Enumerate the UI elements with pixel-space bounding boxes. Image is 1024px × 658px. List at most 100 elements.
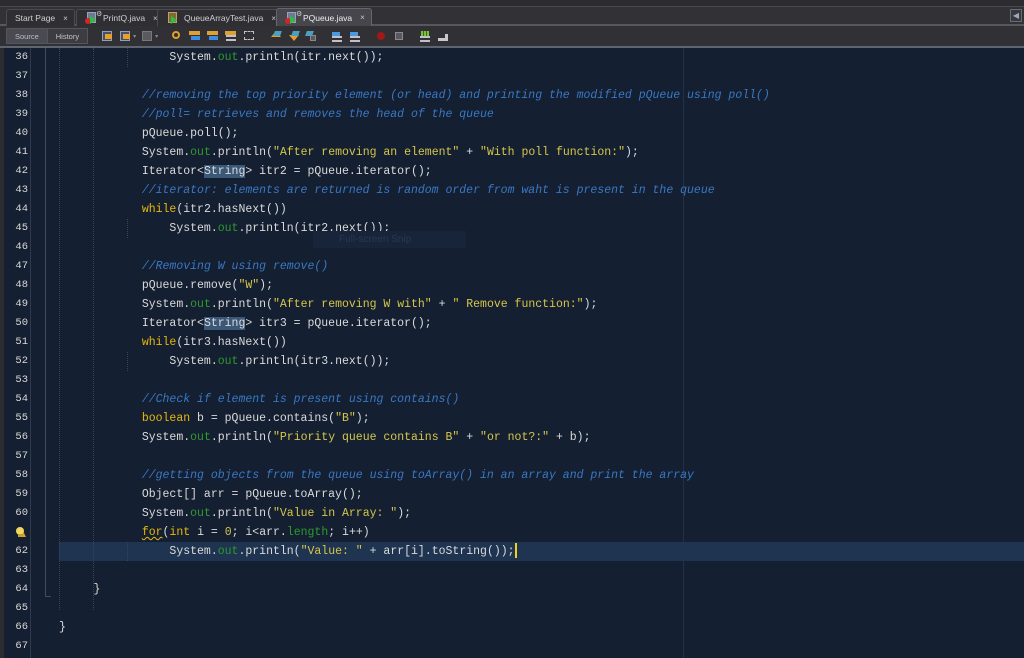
source-button[interactable]: Source xyxy=(7,29,48,43)
code-line[interactable]: for(int i = 0; i<arr.length; i++) xyxy=(0,523,1024,542)
code-line[interactable]: 66} xyxy=(0,618,1024,637)
line-number[interactable]: 40 xyxy=(4,124,28,143)
token-str: " Remove function:" xyxy=(452,298,584,311)
scroll-tabs-left-button[interactable]: ◀ xyxy=(1010,9,1022,22)
toggle-highlight-icon[interactable] xyxy=(224,29,238,43)
toggle-rect-select-icon[interactable] xyxy=(242,29,256,43)
line-number[interactable]: 49 xyxy=(4,295,28,314)
tab-printq-java[interactable]: ⚙ PrintQ.java × xyxy=(76,9,165,26)
code-line[interactable]: 46 xyxy=(0,238,1024,257)
line-number[interactable]: 52 xyxy=(4,352,28,371)
line-number[interactable]: 42 xyxy=(4,162,28,181)
token-kw: while xyxy=(141,203,177,216)
back-dropdown-icon[interactable]: ▾ xyxy=(133,33,136,40)
line-number[interactable]: 55 xyxy=(4,409,28,428)
forward-dropdown-icon[interactable]: ▾ xyxy=(155,33,158,40)
line-number[interactable]: 43 xyxy=(4,181,28,200)
start-macro-icon[interactable] xyxy=(374,29,388,43)
code-line[interactable]: 64 } xyxy=(0,580,1024,599)
token: b = pQueue.contains( xyxy=(190,412,336,425)
line-number[interactable]: 38 xyxy=(4,86,28,105)
toggle-bookmark-icon[interactable] xyxy=(304,29,318,43)
code-line[interactable]: 63 xyxy=(0,561,1024,580)
line-number[interactable]: 50 xyxy=(4,314,28,333)
code-line[interactable]: 52 System.out.println(itr3.next()); xyxy=(0,352,1024,371)
code-line[interactable]: 59 Object[] arr = pQueue.toArray(); xyxy=(0,485,1024,504)
code-line[interactable]: 58 //getting objects from the queue usin… xyxy=(0,466,1024,485)
find-next-icon[interactable] xyxy=(206,29,220,43)
shift-right-icon[interactable] xyxy=(348,29,362,43)
forward-icon[interactable] xyxy=(140,29,154,43)
line-number[interactable]: 41 xyxy=(4,143,28,162)
find-previous-icon[interactable] xyxy=(188,29,202,43)
token-out: out xyxy=(190,298,211,311)
line-number[interactable]: 51 xyxy=(4,333,28,352)
code-line[interactable]: 53 xyxy=(0,371,1024,390)
line-number[interactable]: 64 xyxy=(4,580,28,599)
code-line[interactable]: 39 //poll= retrieves and removes the hea… xyxy=(0,105,1024,124)
line-number[interactable]: 59 xyxy=(4,485,28,504)
line-number[interactable]: 37 xyxy=(4,67,28,86)
code-line[interactable]: 48 pQueue.remove("W"); xyxy=(0,276,1024,295)
line-number[interactable]: 45 xyxy=(4,219,28,238)
hint-lightbulb-icon[interactable] xyxy=(16,527,26,538)
line-number[interactable]: 47 xyxy=(4,257,28,276)
code-line[interactable]: 40 pQueue.poll(); xyxy=(0,124,1024,143)
code-line[interactable]: 45 System.out.println(itr2.next()); xyxy=(0,219,1024,238)
line-number[interactable]: 44 xyxy=(4,200,28,219)
token-hl: String xyxy=(203,317,246,330)
comment-icon[interactable] xyxy=(418,29,432,43)
code-line[interactable]: 36 System.out.println(itr.next()); xyxy=(0,48,1024,67)
line-number[interactable]: 67 xyxy=(4,637,28,656)
line-number[interactable]: 66 xyxy=(4,618,28,637)
code-line[interactable]: 47 //Removing W using remove() xyxy=(0,257,1024,276)
code-line[interactable]: 50 Iterator<String> itr3 = pQueue.iterat… xyxy=(0,314,1024,333)
code-line[interactable]: 67 xyxy=(0,637,1024,656)
stop-macro-icon[interactable] xyxy=(392,29,406,43)
code-line[interactable]: 41 System.out.println("After removing an… xyxy=(0,143,1024,162)
code-line[interactable]: 54 //Check if element is present using c… xyxy=(0,390,1024,409)
line-number[interactable]: 39 xyxy=(4,105,28,124)
line-number[interactable]: 36 xyxy=(4,48,28,67)
line-number[interactable]: 54 xyxy=(4,390,28,409)
line-number[interactable]: 46 xyxy=(4,238,28,257)
line-number[interactable]: 62 xyxy=(4,542,28,561)
line-number[interactable]: 60 xyxy=(4,504,28,523)
line-number[interactable]: 58 xyxy=(4,466,28,485)
line-number[interactable]: 48 xyxy=(4,276,28,295)
code-line[interactable]: 44 while(itr2.hasNext()) xyxy=(0,200,1024,219)
code-line[interactable]: 56 System.out.println("Priority queue co… xyxy=(0,428,1024,447)
code-line[interactable]: 60 System.out.println("Value in Array: "… xyxy=(0,504,1024,523)
code-line[interactable]: 55 boolean b = pQueue.contains("B"); xyxy=(0,409,1024,428)
code-line-current[interactable]: 62 System.out.println("Value: " + arr[i]… xyxy=(15,542,1024,561)
line-number[interactable]: 53 xyxy=(4,371,28,390)
code-line[interactable]: 57 xyxy=(0,447,1024,466)
uncomment-icon[interactable] xyxy=(436,29,450,43)
last-edit-icon[interactable] xyxy=(100,29,114,43)
code-line[interactable]: 42 Iterator<String> itr2 = pQueue.iterat… xyxy=(0,162,1024,181)
back-icon[interactable] xyxy=(118,29,132,43)
code-line[interactable]: 51 while(itr3.hasNext()) xyxy=(0,333,1024,352)
code-line[interactable]: 38 //removing the top priority element (… xyxy=(0,86,1024,105)
fold-marker[interactable] xyxy=(45,48,51,597)
code-line[interactable]: 43 //iterator: elements are returned is … xyxy=(0,181,1024,200)
tab-pqueue-java[interactable]: ⚙ PQueue.java × xyxy=(276,8,372,26)
line-number[interactable]: 57 xyxy=(4,447,28,466)
next-bookmark-icon[interactable] xyxy=(286,29,301,43)
tab-queuearraytest-java[interactable]: QueueArrayTest.java × xyxy=(157,9,284,26)
close-icon[interactable]: × xyxy=(63,14,68,23)
code-line[interactable]: 65 xyxy=(0,599,1024,618)
line-number[interactable]: 63 xyxy=(4,561,28,580)
line-number[interactable]: 56 xyxy=(4,428,28,447)
previous-bookmark-icon[interactable] xyxy=(268,29,283,43)
code-line[interactable]: 49 System.out.println("After removing W … xyxy=(0,295,1024,314)
code-editor[interactable]: 36 System.out.println(itr.next()); 37 38 … xyxy=(0,48,1024,658)
close-icon[interactable]: × xyxy=(360,13,365,22)
shift-left-icon[interactable] xyxy=(330,29,344,43)
history-button[interactable]: History xyxy=(47,29,88,43)
code-line[interactable]: 37 xyxy=(0,67,1024,86)
token: ; i<arr. xyxy=(231,526,287,539)
find-selection-icon[interactable] xyxy=(170,29,184,43)
tab-start-page[interactable]: Start Page × xyxy=(6,9,75,26)
line-number[interactable]: 65 xyxy=(4,599,28,618)
